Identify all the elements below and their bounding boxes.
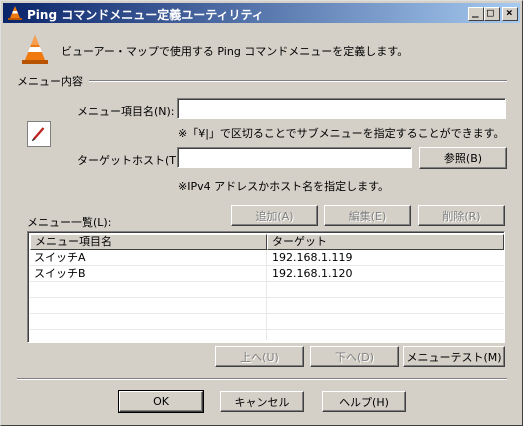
traffic-cone-icon — [22, 35, 48, 64]
edit-icon-box — [27, 121, 51, 147]
dialog-description: ビューアー・マップで使用する Ping コマンドメニューを定義します。 — [61, 45, 409, 58]
ok-button[interactable]: OK — [118, 390, 204, 413]
target-host-hint: ※IPv4 アドレスかホスト名を指定します。 — [178, 180, 389, 193]
minimize-icon: _ — [472, 5, 479, 18]
edit-button[interactable]: 編集(E) — [324, 205, 411, 226]
cancel-button[interactable]: キャンセル — [220, 391, 304, 412]
pencil-icon — [31, 127, 45, 142]
group-separator — [89, 80, 507, 82]
column-header-target[interactable]: ターゲット — [267, 234, 504, 250]
row-target: 192.168.1.120 — [272, 267, 353, 280]
ping-menu-dialog: Ping コマンドメニュー定義ユーティリティ _ □ × ビューアー・マップで使… — [0, 0, 523, 426]
row-target: 192.168.1.119 — [272, 251, 353, 264]
target-host-input[interactable] — [177, 147, 412, 168]
table-row[interactable]: スイッチB 192.168.1.120 — [30, 266, 504, 282]
move-down-button[interactable]: 下へ(D) — [310, 346, 399, 367]
menu-item-input[interactable] — [177, 98, 506, 119]
window-title: Ping コマンドメニュー定義ユーティリティ — [27, 8, 264, 22]
browse-button[interactable]: 参照(B) — [419, 147, 507, 169]
column-header-menu-item[interactable]: メニュー項目名 — [30, 234, 267, 250]
maximize-button[interactable]: □ — [484, 6, 500, 21]
help-button[interactable]: ヘルプ(H) — [322, 391, 406, 412]
traffic-cone-icon — [8, 6, 22, 20]
close-icon: × — [506, 6, 513, 19]
table-row[interactable]: スイッチA 192.168.1.119 — [30, 250, 504, 266]
close-button[interactable]: × — [502, 6, 518, 21]
row-menu-item: スイッチB — [34, 267, 86, 280]
row-menu-item: スイッチA — [34, 251, 86, 264]
add-button[interactable]: 追加(A) — [231, 205, 318, 226]
delete-button[interactable]: 削除(R) — [418, 205, 505, 226]
move-up-button[interactable]: 上へ(U) — [215, 346, 304, 367]
empty-row — [30, 298, 504, 314]
menu-list[interactable]: メニュー項目名 ターゲット スイッチA 192.168.1.119 スイッチB … — [27, 231, 505, 343]
target-host-label: ターゲットホスト(T): — [77, 154, 185, 167]
group-title: メニュー内容 — [17, 75, 83, 88]
menu-item-label: メニュー項目名(N): — [77, 105, 175, 118]
footer-separator — [17, 378, 507, 380]
empty-row — [30, 314, 504, 330]
menu-item-hint: ※「¥|」で区切ることでサブメニューを指定することができます。 — [178, 127, 505, 140]
title-bar[interactable]: Ping コマンドメニュー定義ユーティリティ _ □ × — [3, 3, 520, 23]
list-header: メニュー項目名 ターゲット — [30, 234, 504, 250]
minimize-button[interactable]: _ — [468, 5, 484, 21]
empty-row — [30, 282, 504, 298]
menu-test-button[interactable]: メニューテスト(M) — [403, 346, 505, 367]
menu-list-label: メニュー一覧(L): — [27, 216, 112, 229]
maximize-icon: □ — [487, 6, 494, 19]
